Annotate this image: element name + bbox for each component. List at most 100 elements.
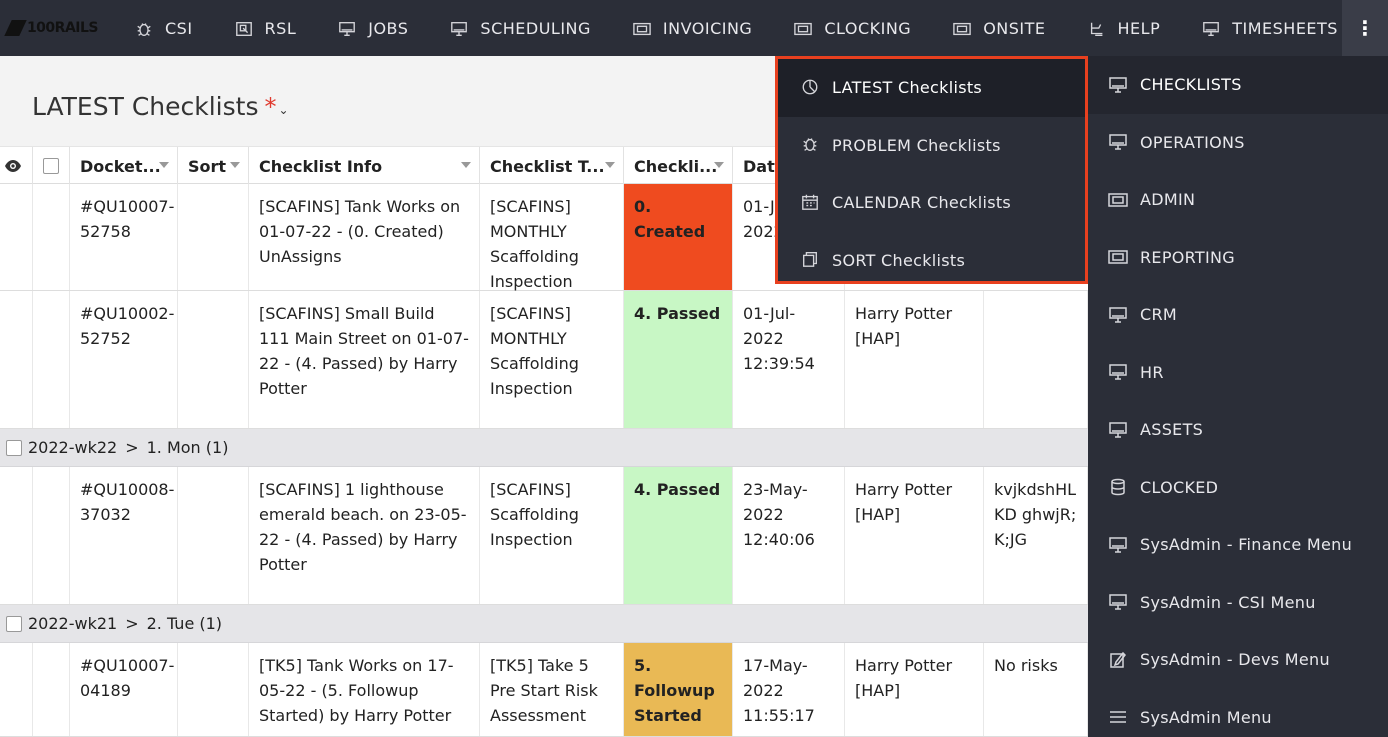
type-cell: [SCAFINS] Scaffolding Inspection [480,467,624,604]
nav-item-label: HELP [1117,18,1161,38]
copy-icon [800,250,820,270]
menu-item-problem-checklists[interactable]: PROBLEM Checklists [778,117,1085,175]
header-sort[interactable]: Sort [178,147,249,185]
header-info[interactable]: Checklist Info [249,147,480,185]
list-icon [1108,708,1128,726]
chevron-right-icon: > [125,438,139,457]
info-cell[interactable]: [SCAFINS] 1 lighthouse emerald beach. on… [249,467,480,604]
side-item-operations[interactable]: OPERATIONS [1088,114,1388,172]
sort-arrow-icon[interactable] [230,162,240,168]
sort-arrow-icon[interactable] [461,162,471,168]
side-item-label: ASSETS [1140,420,1204,440]
menu-item-latest-checklists[interactable]: LATEST Checklists [778,59,1085,117]
user-cell: Harry Potter [HAP] [845,643,984,736]
sort-arrow-icon[interactable] [605,162,615,168]
side-item-sysadmin-csi[interactable]: SysAdmin - CSI Menu [1088,574,1388,632]
nav-item-label: INVOICING [662,18,753,38]
chevron-right-icon: > [125,614,139,633]
top-navbar: 100RAILS CSI RSL JOBS SCHEDULING INVOICI… [0,0,1388,56]
nav-item-label: TIMESHEETS [1232,18,1338,38]
app-logo[interactable]: 100RAILS [4,12,99,44]
row-visibility-cell [0,467,33,604]
nav-item-label: CLOCKING [824,18,912,38]
window-icon [1108,191,1128,209]
bug-icon [135,20,153,36]
side-item-sysadmin-finance[interactable]: SysAdmin - Finance Menu [1088,516,1388,574]
kebab-menu-icon: ⋮ [1355,16,1375,40]
header-select-all[interactable] [33,147,70,185]
header-type[interactable]: Checklist T... [480,147,624,185]
logo-text: 100RAILS [26,20,99,36]
nav-item-timesheets[interactable]: TIMESHEETS [1202,0,1338,56]
bug-icon [800,135,820,155]
nav-item-invoicing[interactable]: INVOICING [633,0,752,56]
side-item-sysadmin-devs[interactable]: SysAdmin - Devs Menu [1088,631,1388,689]
group-checkbox[interactable] [6,615,22,632]
monitor-icon [1108,76,1128,94]
group-week: 2022-wk22 [28,438,118,457]
monitor-icon [1108,306,1128,324]
side-item-assets[interactable]: ASSETS [1088,401,1388,459]
row-visibility-cell [0,291,33,428]
clock-icon [800,78,820,98]
more-menu-button[interactable]: ⋮ [1342,0,1388,56]
info-cell[interactable]: [SCAFINS] Tank Works on 01-07-22 - (0. C… [249,184,480,290]
side-item-crm[interactable]: CRM [1088,286,1388,344]
sort-cell [178,643,249,736]
nav-item-clocking[interactable]: CLOCKING [794,0,911,56]
sort-arrow-icon[interactable] [714,162,724,168]
row-visibility-cell [0,184,33,290]
header-visibility[interactable] [0,147,33,185]
header-type-label: Checklist T... [490,156,605,176]
side-item-checklists[interactable]: CHECKLISTS [1088,56,1388,114]
nav-item-scheduling[interactable]: SCHEDULING [450,0,591,56]
notes-cell: kvjkdshHLKD ghwjR;K;JG [984,467,1088,604]
docket-cell[interactable]: #QU10007-04189 [70,643,178,736]
menu-item-sort-checklists[interactable]: SORT Checklists [778,232,1085,290]
user-cell: Harry Potter [HAP] [845,467,984,604]
sort-arrow-icon[interactable] [159,162,169,168]
header-docket-label: Docket... [80,156,161,176]
side-item-clocked[interactable]: CLOCKED [1088,459,1388,517]
group-checkbox[interactable] [6,439,22,456]
side-item-reporting[interactable]: REPORTING [1088,229,1388,287]
docket-cell[interactable]: #QU10007-52758 [70,184,178,290]
nav-item-csi[interactable]: CSI [135,0,193,56]
side-item-label: ADMIN [1140,190,1196,210]
row-select-cell [33,643,70,736]
required-star: * [264,92,277,121]
notes-cell: No risks [984,643,1088,736]
info-cell[interactable]: [SCAFINS] Small Build 111 Main Street on… [249,291,480,428]
row-select-cell [33,184,70,290]
select-all-checkbox[interactable] [43,158,59,174]
header-status[interactable]: Checkli... [624,147,733,185]
nav-item-onsite[interactable]: ONSITE [953,0,1045,56]
monitor-icon [1108,421,1128,439]
row-select-cell [33,467,70,604]
nav-item-jobs[interactable]: JOBS [338,0,408,56]
type-cell: [TK5] Take 5 Pre Start Risk Assessment [480,643,624,736]
monitor-icon [1108,536,1128,554]
row-select-cell [33,291,70,428]
nav-item-help[interactable]: HELP [1088,0,1161,56]
group-week: 2022-wk21 [28,614,118,633]
page-title[interactable]: LATEST Checklists * ⌄ [32,92,289,121]
side-item-label: SysAdmin - Finance Menu [1140,535,1353,555]
sort-cell [178,467,249,604]
monitor-icon [338,20,356,36]
status-badge: 4. Passed [624,467,733,604]
nav-item-rsl[interactable]: RSL [235,0,297,56]
docket-cell[interactable]: #QU10002-52752 [70,291,178,428]
info-cell[interactable]: [TK5] Tank Works on 17-05-22 - (5. Follo… [249,643,480,736]
group-day: 2. Tue (1) [146,614,223,633]
side-item-hr[interactable]: HR [1088,344,1388,402]
side-item-admin[interactable]: ADMIN [1088,171,1388,229]
header-sort-label: Sort [188,156,227,176]
side-item-sysadmin[interactable]: SysAdmin Menu [1088,689,1388,737]
header-docket[interactable]: Docket... [70,147,178,185]
nav-item-label: ONSITE [983,18,1046,38]
docket-cell[interactable]: #QU10008-37032 [70,467,178,604]
type-cell: [SCAFINS] MONTHLY Scaffolding Inspection [480,291,624,428]
menu-item-calendar-checklists[interactable]: CALENDAR Checklists [778,174,1085,232]
window-icon [633,20,651,36]
